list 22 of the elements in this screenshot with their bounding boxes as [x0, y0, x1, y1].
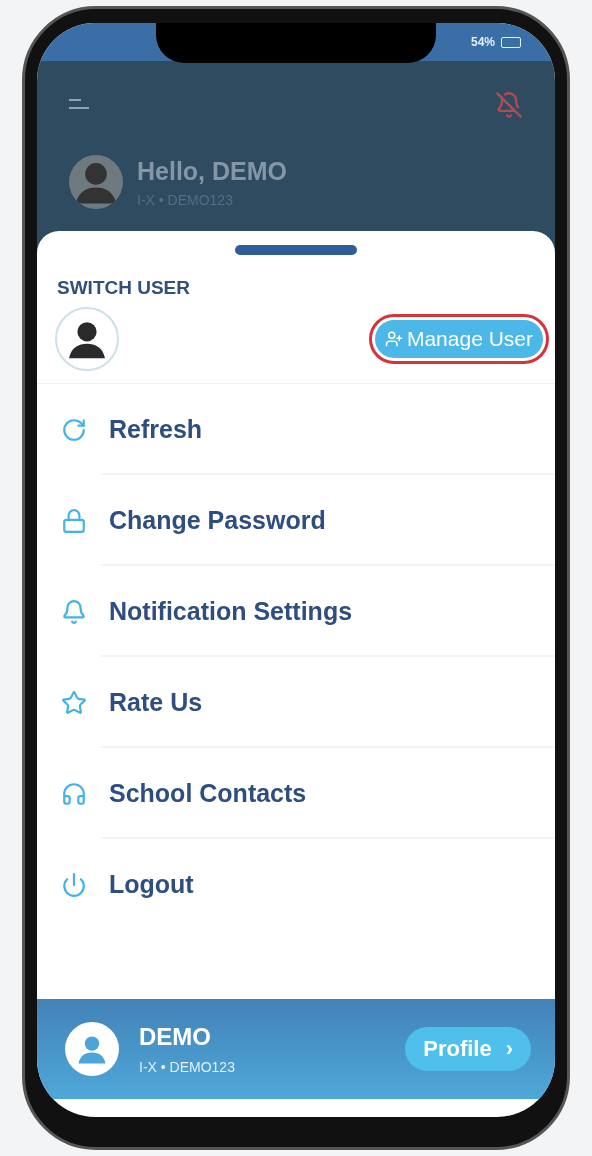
avatar: [69, 155, 123, 209]
power-icon: [61, 871, 87, 898]
menu-item[interactable]: Change Password: [37, 475, 555, 566]
headset-icon: [61, 780, 87, 807]
add-user-icon: [384, 330, 403, 348]
menu-item[interactable]: Notification Settings: [37, 566, 555, 657]
menu-item[interactable]: Rate Us: [37, 657, 555, 748]
star-icon: [61, 689, 87, 716]
battery-level: 54%: [470, 35, 495, 49]
drag-handle[interactable]: [235, 245, 357, 255]
menu-item[interactable]: Logout: [37, 839, 555, 930]
section-title: SWITCH USER: [57, 277, 191, 299]
lock-icon: [61, 507, 87, 534]
greeting: Hello, DEMO: [137, 156, 287, 186]
battery-icon: [501, 36, 521, 48]
refresh-icon: [61, 416, 87, 443]
class-id: I-X • DEMO123: [139, 1059, 235, 1075]
menu-item[interactable]: School Contacts: [37, 748, 555, 839]
bell-icon: [61, 598, 87, 625]
menu-item[interactable]: Refresh: [37, 384, 555, 475]
user-name: DEMO: [139, 1023, 212, 1051]
user-avatar: [65, 1022, 119, 1076]
